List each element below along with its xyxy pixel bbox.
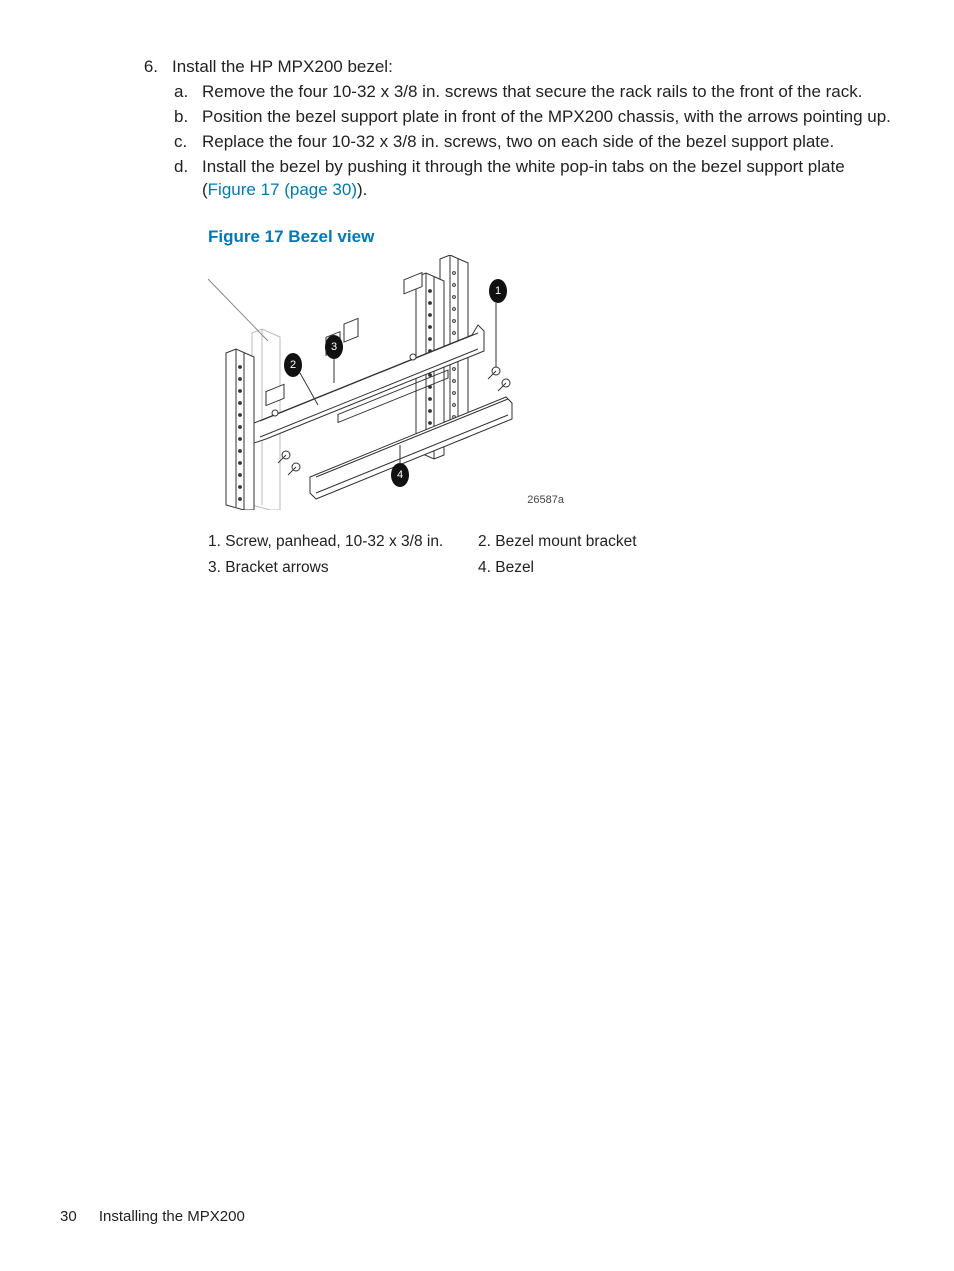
substeps: a. Remove the four 10-32 x 3/8 in. screw… [172,81,898,202]
legend-item-2: 2. Bezel mount bracket [478,532,738,553]
callout-4: 4 [397,469,403,481]
substep-marker: b. [172,106,202,129]
content-block: 6. Install the HP MPX200 bezel: a. Remov… [120,56,898,589]
substep-c: c. Replace the four 10-32 x 3/8 in. scre… [172,131,898,154]
substep-text: Install the bezel by pushing it through … [202,156,898,202]
figure-id: 26587a [527,493,564,508]
page-number: 30 [60,1208,77,1225]
figure-illustration: 1 2 3 4 [208,255,528,510]
substep-text: Remove the four 10-32 x 3/8 in. screws t… [202,81,898,104]
legend-item-4: 4. Bezel [478,558,738,579]
substep-d-post: ). [357,180,367,199]
callout-3: 3 [331,341,337,353]
step-intro: Install the HP MPX200 bezel: [172,56,898,79]
page: 6. Install the HP MPX200 bezel: a. Remov… [0,0,954,1271]
substep-b: b. Position the bezel support plate in f… [172,106,898,129]
callout-2: 2 [290,359,296,371]
substep-d: d. Install the bezel by pushing it throu… [172,156,898,202]
figure-caption: Figure 17 Bezel view [208,226,898,249]
figure-ref-link[interactable]: Figure 17 (page 30) [208,180,357,199]
substep-text: Replace the four 10-32 x 3/8 in. screws,… [202,131,898,154]
legend-row: 1. Screw, panhead, 10-32 x 3/8 in. 2. Be… [208,532,898,553]
substep-marker: a. [172,81,202,104]
figure-wrap: 1 2 3 4 [208,255,528,510]
legend-item-1: 1. Screw, panhead, 10-32 x 3/8 in. [208,532,478,553]
page-footer: 30 Installing the MPX200 [60,1207,245,1227]
legend-item-3: 3. Bracket arrows [208,558,478,579]
callout-1: 1 [495,285,501,297]
step-body: Install the HP MPX200 bezel: a. Remove t… [172,56,898,585]
legend-row: 3. Bracket arrows 4. Bezel [208,558,898,579]
step-6: 6. Install the HP MPX200 bezel: a. Remov… [120,56,898,585]
substep-a: a. Remove the four 10-32 x 3/8 in. screw… [172,81,898,104]
substep-marker: d. [172,156,202,202]
figure-legend: 1. Screw, panhead, 10-32 x 3/8 in. 2. Be… [208,532,898,580]
step-number: 6. [120,56,172,585]
substep-text: Position the bezel support plate in fron… [202,106,898,129]
substep-marker: c. [172,131,202,154]
footer-section: Installing the MPX200 [99,1208,245,1225]
